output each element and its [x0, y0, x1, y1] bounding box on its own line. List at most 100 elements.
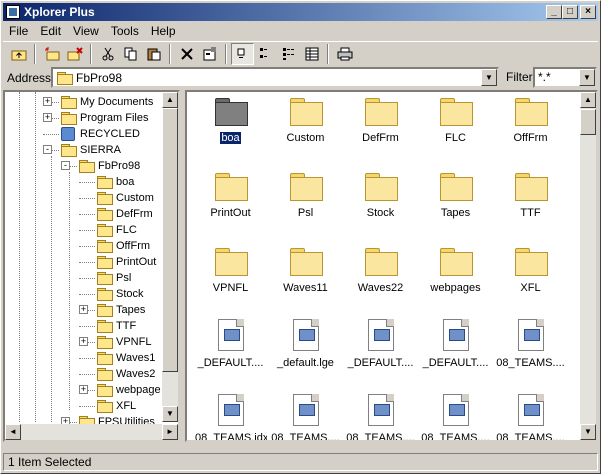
- print-icon[interactable]: [333, 43, 356, 65]
- list-vertical-scrollbar[interactable]: ▲ ▼: [580, 92, 596, 440]
- file-item[interactable]: _default.lge: [268, 319, 343, 389]
- folder-item[interactable]: VPNFL: [193, 244, 268, 314]
- expand-icon[interactable]: +: [43, 113, 52, 122]
- file-item[interactable]: 08_TEAMS....: [343, 394, 418, 440]
- folder-item[interactable]: Custom: [268, 94, 343, 164]
- status-text: 1 Item Selected: [8, 455, 92, 469]
- scroll-up-button[interactable]: ▲: [162, 92, 178, 108]
- list-view-icon[interactable]: [277, 43, 300, 65]
- folder-item[interactable]: FLC: [418, 94, 493, 164]
- file-item[interactable]: _DEFAULT....: [343, 319, 418, 389]
- filter-dropdown-button[interactable]: ▼: [579, 69, 595, 86]
- file-item[interactable]: 08_TEAMS....: [418, 394, 493, 440]
- small-icons-icon[interactable]: [254, 43, 277, 65]
- tree-item[interactable]: Waves1: [97, 350, 155, 366]
- cut-icon[interactable]: [96, 43, 119, 65]
- folder-icon: [439, 171, 473, 201]
- scroll-right-button[interactable]: ►: [162, 424, 178, 440]
- collapse-icon[interactable]: -: [43, 145, 52, 154]
- file-item[interactable]: 08_TEAMS....: [493, 394, 568, 440]
- tree-item[interactable]: SIERRA: [61, 142, 121, 158]
- large-icons-icon[interactable]: [231, 42, 254, 65]
- folder-item[interactable]: OffFrm: [493, 94, 568, 164]
- tree-item[interactable]: PrintOut: [97, 254, 156, 270]
- tree-item-label: OffFrm: [116, 240, 151, 252]
- tree-item[interactable]: Waves2: [97, 366, 155, 382]
- menu-help[interactable]: Help: [145, 22, 182, 40]
- expand-icon[interactable]: +: [43, 97, 52, 106]
- tree-item[interactable]: TTF: [97, 318, 136, 334]
- tree-item[interactable]: Psl: [97, 270, 131, 286]
- new-folder-icon[interactable]: [40, 43, 63, 65]
- tree-item[interactable]: boa: [97, 174, 134, 190]
- scroll-up-button[interactable]: ▲: [580, 92, 596, 108]
- file-list[interactable]: boa Custom DefFrm FLC OffFrm PrintOut Psl Stock…: [185, 90, 598, 442]
- folder-item[interactable]: DefFrm: [343, 94, 418, 164]
- tree-item[interactable]: OffFrm: [97, 238, 150, 254]
- folder-item[interactable]: XFL: [493, 244, 568, 314]
- tree-vertical-scrollbar[interactable]: ▲ ▼: [162, 92, 178, 422]
- delete-icon[interactable]: [175, 43, 198, 65]
- folder-icon: [214, 246, 248, 276]
- file-item[interactable]: 08_TEAMS.idx: [193, 394, 268, 440]
- folder-item[interactable]: Waves11: [268, 244, 343, 314]
- tree-item[interactable]: Stock: [97, 286, 144, 302]
- menu-tools[interactable]: Tools: [105, 22, 145, 40]
- delete-folder-icon[interactable]: [63, 43, 86, 65]
- folder-icon: [97, 288, 113, 301]
- expand-icon[interactable]: +: [79, 305, 88, 314]
- up-folder-icon[interactable]: [7, 43, 30, 65]
- file-item[interactable]: 08_TEAMS....: [268, 394, 343, 440]
- tree-item[interactable]: Program Files: [61, 110, 148, 126]
- folder-item[interactable]: PrintOut: [193, 169, 268, 239]
- details-view-icon[interactable]: [300, 43, 323, 65]
- tree-item[interactable]: RECYCLED: [61, 126, 140, 142]
- close-button[interactable]: ×: [580, 5, 596, 19]
- tree-horizontal-scrollbar[interactable]: ◄ ►: [5, 424, 178, 440]
- filter-field[interactable]: *.* ▼: [533, 67, 597, 88]
- tree-item[interactable]: DefFrm: [97, 206, 153, 222]
- folder-item[interactable]: Tapes: [418, 169, 493, 239]
- tree-item[interactable]: FbPro98: [79, 158, 140, 174]
- menu-file[interactable]: File: [3, 22, 34, 40]
- paste-icon[interactable]: [142, 43, 165, 65]
- tree-item[interactable]: VPNFL: [97, 334, 151, 350]
- expand-icon[interactable]: +: [79, 337, 88, 346]
- tree-item[interactable]: webpage: [97, 382, 161, 398]
- file-item[interactable]: _DEFAULT....: [193, 319, 268, 389]
- menu-view[interactable]: View: [67, 22, 105, 40]
- title-bar[interactable]: Xplorer Plus _ □ ×: [3, 3, 598, 21]
- folder-item[interactable]: webpages: [418, 244, 493, 314]
- copy-icon[interactable]: [119, 43, 142, 65]
- scroll-left-button[interactable]: ◄: [5, 424, 21, 440]
- expand-icon[interactable]: +: [79, 385, 88, 394]
- folder-item[interactable]: TTF: [493, 169, 568, 239]
- file-item[interactable]: 08_TEAMS....: [493, 319, 568, 389]
- tree-item[interactable]: My Documents: [61, 94, 153, 110]
- address-bar: Address FbPro98 ▼ Filter *.* ▼: [3, 67, 598, 89]
- folder-item[interactable]: Stock: [343, 169, 418, 239]
- properties-icon[interactable]: [198, 43, 221, 65]
- tree-item[interactable]: Tapes: [97, 302, 145, 318]
- app-icon[interactable]: [6, 5, 20, 19]
- collapse-icon[interactable]: -: [61, 161, 70, 170]
- folder-item[interactable]: boa: [193, 94, 268, 164]
- minimize-button[interactable]: _: [546, 5, 562, 19]
- folder-item[interactable]: Psl: [268, 169, 343, 239]
- maximize-button[interactable]: □: [562, 5, 578, 19]
- address-field[interactable]: FbPro98 ▼: [51, 67, 499, 88]
- scroll-down-button[interactable]: ▼: [580, 424, 596, 440]
- folder-tree[interactable]: + My Documents + Program Files RECYCLED - SIER…: [3, 90, 180, 442]
- scroll-thumb[interactable]: [162, 108, 178, 372]
- folder-item[interactable]: Waves22: [343, 244, 418, 314]
- address-dropdown-button[interactable]: ▼: [481, 69, 497, 86]
- scroll-down-button[interactable]: ▼: [162, 406, 178, 422]
- folder-icon: [97, 224, 113, 237]
- scroll-thumb[interactable]: [580, 109, 596, 135]
- tree-item[interactable]: XFL: [97, 398, 136, 414]
- item-label: boa: [219, 131, 242, 145]
- tree-item[interactable]: FLC: [97, 222, 137, 238]
- menu-edit[interactable]: Edit: [34, 22, 67, 40]
- tree-item[interactable]: Custom: [97, 190, 154, 206]
- file-item[interactable]: _DEFAULT....: [418, 319, 493, 389]
